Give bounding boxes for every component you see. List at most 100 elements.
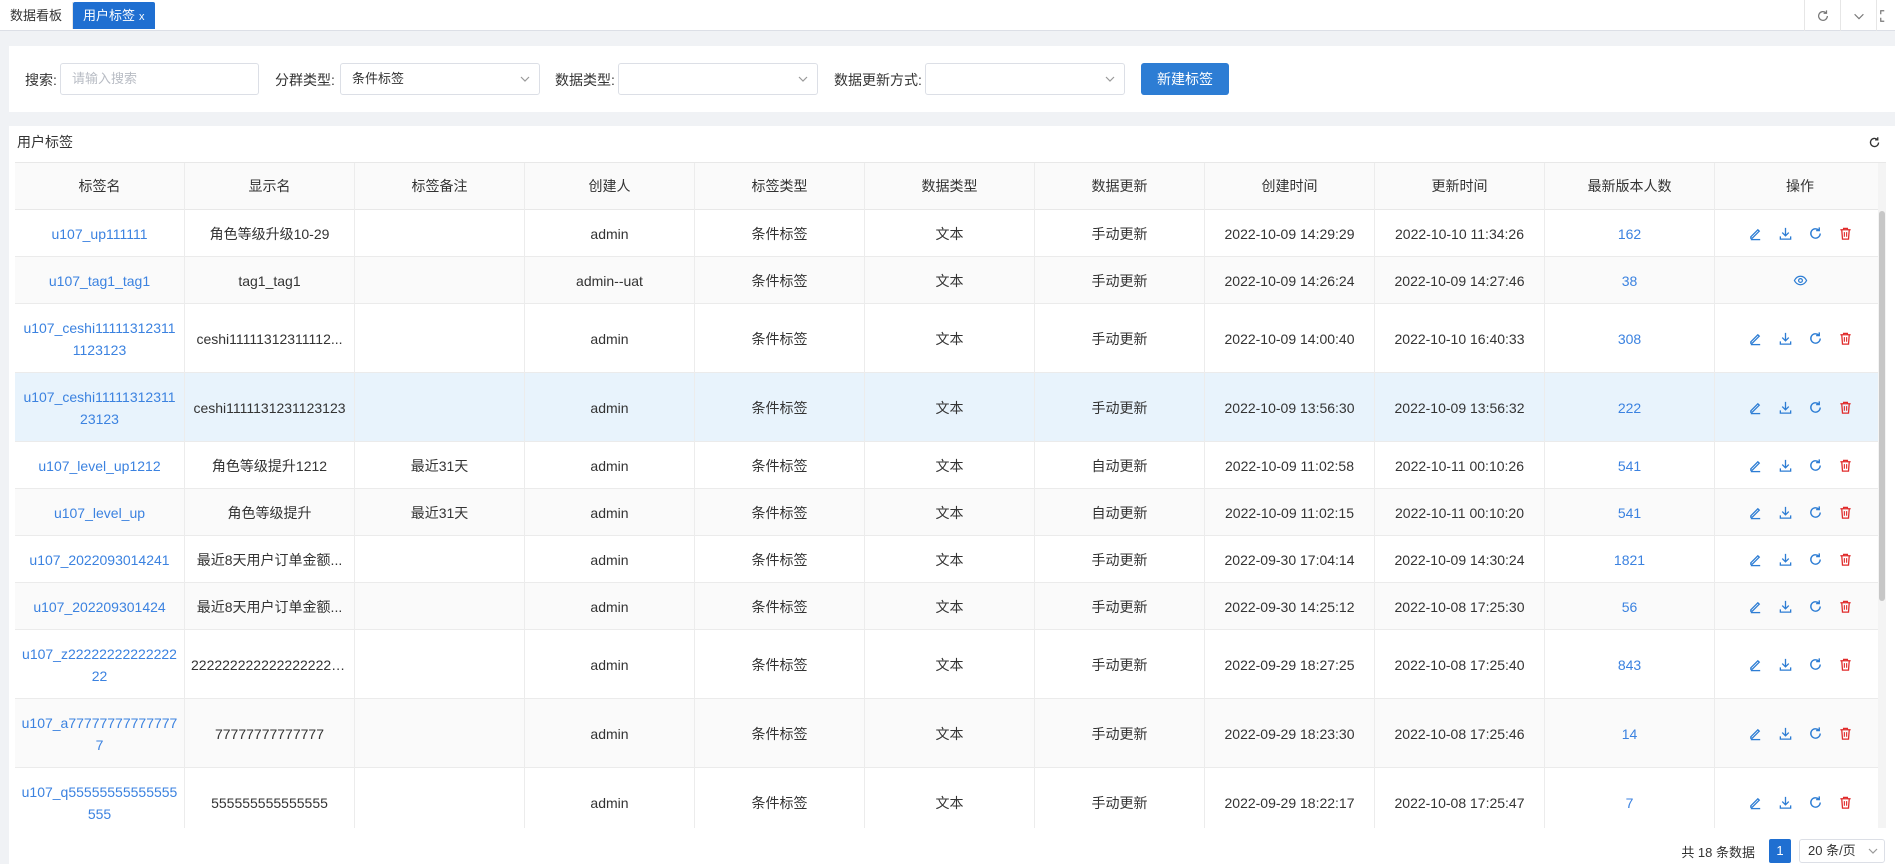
delete-icon[interactable] <box>1837 795 1853 811</box>
count-link[interactable]: 38 <box>1622 270 1638 292</box>
cell-updated-time: 2022-10-08 17:25:40 <box>1375 630 1545 699</box>
refresh-icon[interactable] <box>1807 657 1823 673</box>
tag-name-link[interactable]: u107_level_up1212 <box>38 455 160 477</box>
refresh-icon[interactable] <box>1807 599 1823 615</box>
tab-close-icon[interactable]: x <box>139 11 145 23</box>
tag-name-link[interactable]: u107_z2222222222222222 <box>21 643 178 687</box>
cell-display-name: 最近8天用户订单金额... <box>185 536 355 583</box>
table-row: u107_tag1_tag1 tag1_tag1 admin--uat 条件标签 文本 手… <box>15 257 1886 304</box>
update-mode-select[interactable] <box>925 63 1125 95</box>
edit-icon[interactable] <box>1747 505 1763 521</box>
edit-icon[interactable] <box>1747 795 1763 811</box>
tag-name-link[interactable]: u107_tag1_tag1 <box>49 270 150 292</box>
search-input[interactable] <box>72 64 247 93</box>
count-link[interactable]: 541 <box>1618 455 1641 477</box>
edit-icon[interactable] <box>1747 599 1763 615</box>
cell-actions <box>1715 373 1886 442</box>
edit-icon[interactable] <box>1747 657 1763 673</box>
created-time-text: 2022-09-29 18:23:30 <box>1224 725 1355 742</box>
count-link[interactable]: 541 <box>1618 502 1641 524</box>
cell-tag-type: 条件标签 <box>695 257 865 304</box>
tag-name-link[interactable]: u107_up111111 <box>51 223 147 245</box>
cell-tag-note <box>355 304 525 373</box>
download-icon[interactable] <box>1777 657 1793 673</box>
download-icon[interactable] <box>1777 458 1793 474</box>
refresh-icon[interactable] <box>1807 795 1823 811</box>
creator-text: admin--uat <box>576 272 643 289</box>
download-icon[interactable] <box>1777 599 1793 615</box>
cell-tag-name: u107_ceshi1111131231123123 <box>15 373 185 442</box>
creator-text: admin <box>590 725 629 742</box>
count-link[interactable]: 14 <box>1622 723 1638 745</box>
count-link[interactable]: 222 <box>1618 397 1641 419</box>
view-icon[interactable] <box>1792 273 1808 289</box>
cell-creator: admin <box>525 768 695 828</box>
delete-icon[interactable] <box>1837 331 1853 347</box>
page-1-button[interactable]: 1 <box>1769 839 1791 863</box>
count-link[interactable]: 7 <box>1626 792 1634 814</box>
scrollbar-thumb[interactable] <box>1879 211 1885 601</box>
tag-name-link[interactable]: u107_2022093014241 <box>29 549 169 571</box>
download-icon[interactable] <box>1777 331 1793 347</box>
refresh-icon[interactable] <box>1807 400 1823 416</box>
tab-dashboard-label: 数据看板 <box>10 8 63 23</box>
refresh-icon[interactable] <box>1807 505 1823 521</box>
tag-name-link[interactable]: u107_ceshi1111131231123123 <box>21 386 178 430</box>
tag-note-text: 最近31天 <box>410 504 469 521</box>
download-icon[interactable] <box>1777 795 1793 811</box>
refresh-icon[interactable] <box>1807 331 1823 347</box>
download-icon[interactable] <box>1777 226 1793 242</box>
search-input-wrapper[interactable] <box>60 63 259 95</box>
tab-refresh-button[interactable] <box>1804 0 1840 31</box>
refresh-icon[interactable] <box>1807 458 1823 474</box>
data-type-text: 文本 <box>935 272 964 289</box>
edit-icon[interactable] <box>1747 226 1763 242</box>
count-link[interactable]: 308 <box>1618 328 1641 350</box>
refresh-icon[interactable] <box>1807 726 1823 742</box>
tab-dropdown-button[interactable] <box>1840 0 1876 31</box>
tab-user-tags[interactable]: 用户标签 x <box>73 2 155 29</box>
data-type-select[interactable] <box>618 63 818 95</box>
download-icon[interactable] <box>1777 552 1793 568</box>
fullscreen-button[interactable] <box>1876 0 1895 31</box>
panel-title: 用户标签 <box>17 134 73 150</box>
count-link[interactable]: 843 <box>1618 654 1641 676</box>
cell-data-update: 手动更新 <box>1035 630 1205 699</box>
delete-icon[interactable] <box>1837 400 1853 416</box>
tag-type-text: 条件标签 <box>751 272 808 289</box>
delete-icon[interactable] <box>1837 552 1853 568</box>
edit-icon[interactable] <box>1747 331 1763 347</box>
delete-icon[interactable] <box>1837 599 1853 615</box>
tab-dashboard[interactable]: 数据看板 <box>0 2 74 29</box>
refresh-icon[interactable] <box>1868 136 1881 149</box>
data-type-text: 文本 <box>935 794 964 811</box>
count-link[interactable]: 1821 <box>1614 549 1645 571</box>
edit-icon[interactable] <box>1747 458 1763 474</box>
edit-icon[interactable] <box>1747 400 1763 416</box>
cell-updated-time: 2022-10-11 00:10:20 <box>1375 489 1545 536</box>
download-icon[interactable] <box>1777 400 1793 416</box>
delete-icon[interactable] <box>1837 458 1853 474</box>
table-scrollbar[interactable] <box>1878 163 1886 828</box>
delete-icon[interactable] <box>1837 726 1853 742</box>
delete-icon[interactable] <box>1837 657 1853 673</box>
refresh-icon[interactable] <box>1807 226 1823 242</box>
edit-icon[interactable] <box>1747 726 1763 742</box>
refresh-icon[interactable] <box>1807 552 1823 568</box>
count-link[interactable]: 162 <box>1618 223 1641 245</box>
new-tag-button[interactable]: 新建标签 <box>1141 63 1229 95</box>
download-icon[interactable] <box>1777 505 1793 521</box>
group-type-select[interactable]: 条件标签 <box>340 63 540 95</box>
count-link[interactable]: 56 <box>1622 596 1638 618</box>
page-size-select[interactable]: 20 条/页 <box>1799 839 1885 863</box>
download-icon[interactable] <box>1777 726 1793 742</box>
tag-name-link[interactable]: u107_ceshi111113123111123123 <box>21 317 178 361</box>
tag-name-link[interactable]: u107_a777777777777777 <box>21 712 178 756</box>
cell-display-name: 角色等级提升 <box>185 489 355 536</box>
edit-icon[interactable] <box>1747 552 1763 568</box>
tag-name-link[interactable]: u107_level_up <box>54 502 145 524</box>
tag-name-link[interactable]: u107_202209301424 <box>33 596 165 618</box>
delete-icon[interactable] <box>1837 505 1853 521</box>
delete-icon[interactable] <box>1837 226 1853 242</box>
tag-name-link[interactable]: u107_q55555555555555555 <box>21 781 178 825</box>
